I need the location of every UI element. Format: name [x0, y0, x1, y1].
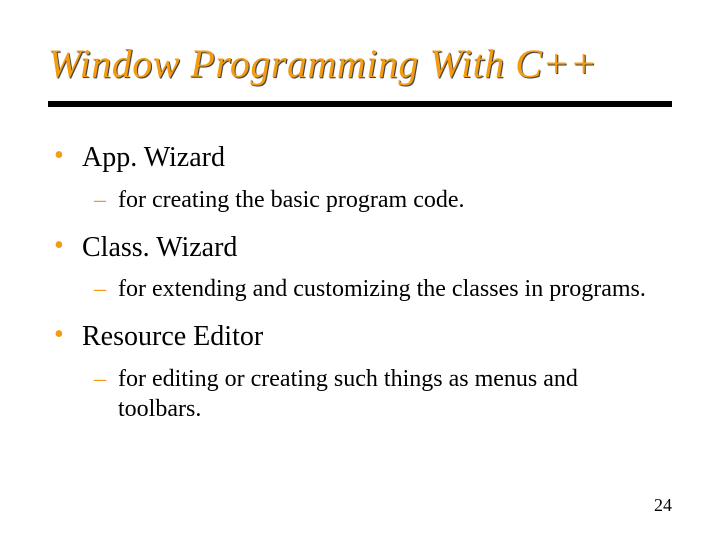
sub-item: – for creating the basic program code. [94, 185, 672, 215]
dash-icon: – [94, 274, 118, 304]
bullet-icon: • [54, 141, 82, 172]
sub-item: – for extending and customizing the clas… [94, 274, 672, 304]
sub-label: for extending and customizing the classe… [118, 274, 646, 304]
slide: Window Programming With C++ • App. Wizar… [0, 0, 720, 540]
bullet-icon: • [54, 320, 82, 351]
slide-title: Window Programming With C++ [48, 40, 672, 87]
bullet-label: Resource Editor [82, 320, 263, 354]
bullet-item: • Class. Wizard [54, 231, 672, 265]
dash-icon: – [94, 185, 118, 215]
bullet-item: • App. Wizard [54, 141, 672, 175]
page-number: 24 [654, 495, 672, 516]
sub-item: – for editing or creating such things as… [94, 364, 672, 424]
title-rule [48, 101, 672, 107]
bullet-icon: • [54, 231, 82, 262]
sub-label: for creating the basic program code. [118, 185, 465, 215]
bullet-label: Class. Wizard [82, 231, 237, 265]
bullet-label: App. Wizard [82, 141, 225, 175]
bullet-item: • Resource Editor [54, 320, 672, 354]
sub-label: for editing or creating such things as m… [118, 364, 662, 424]
content-area: • App. Wizard – for creating the basic p… [48, 141, 672, 424]
dash-icon: – [94, 364, 118, 394]
